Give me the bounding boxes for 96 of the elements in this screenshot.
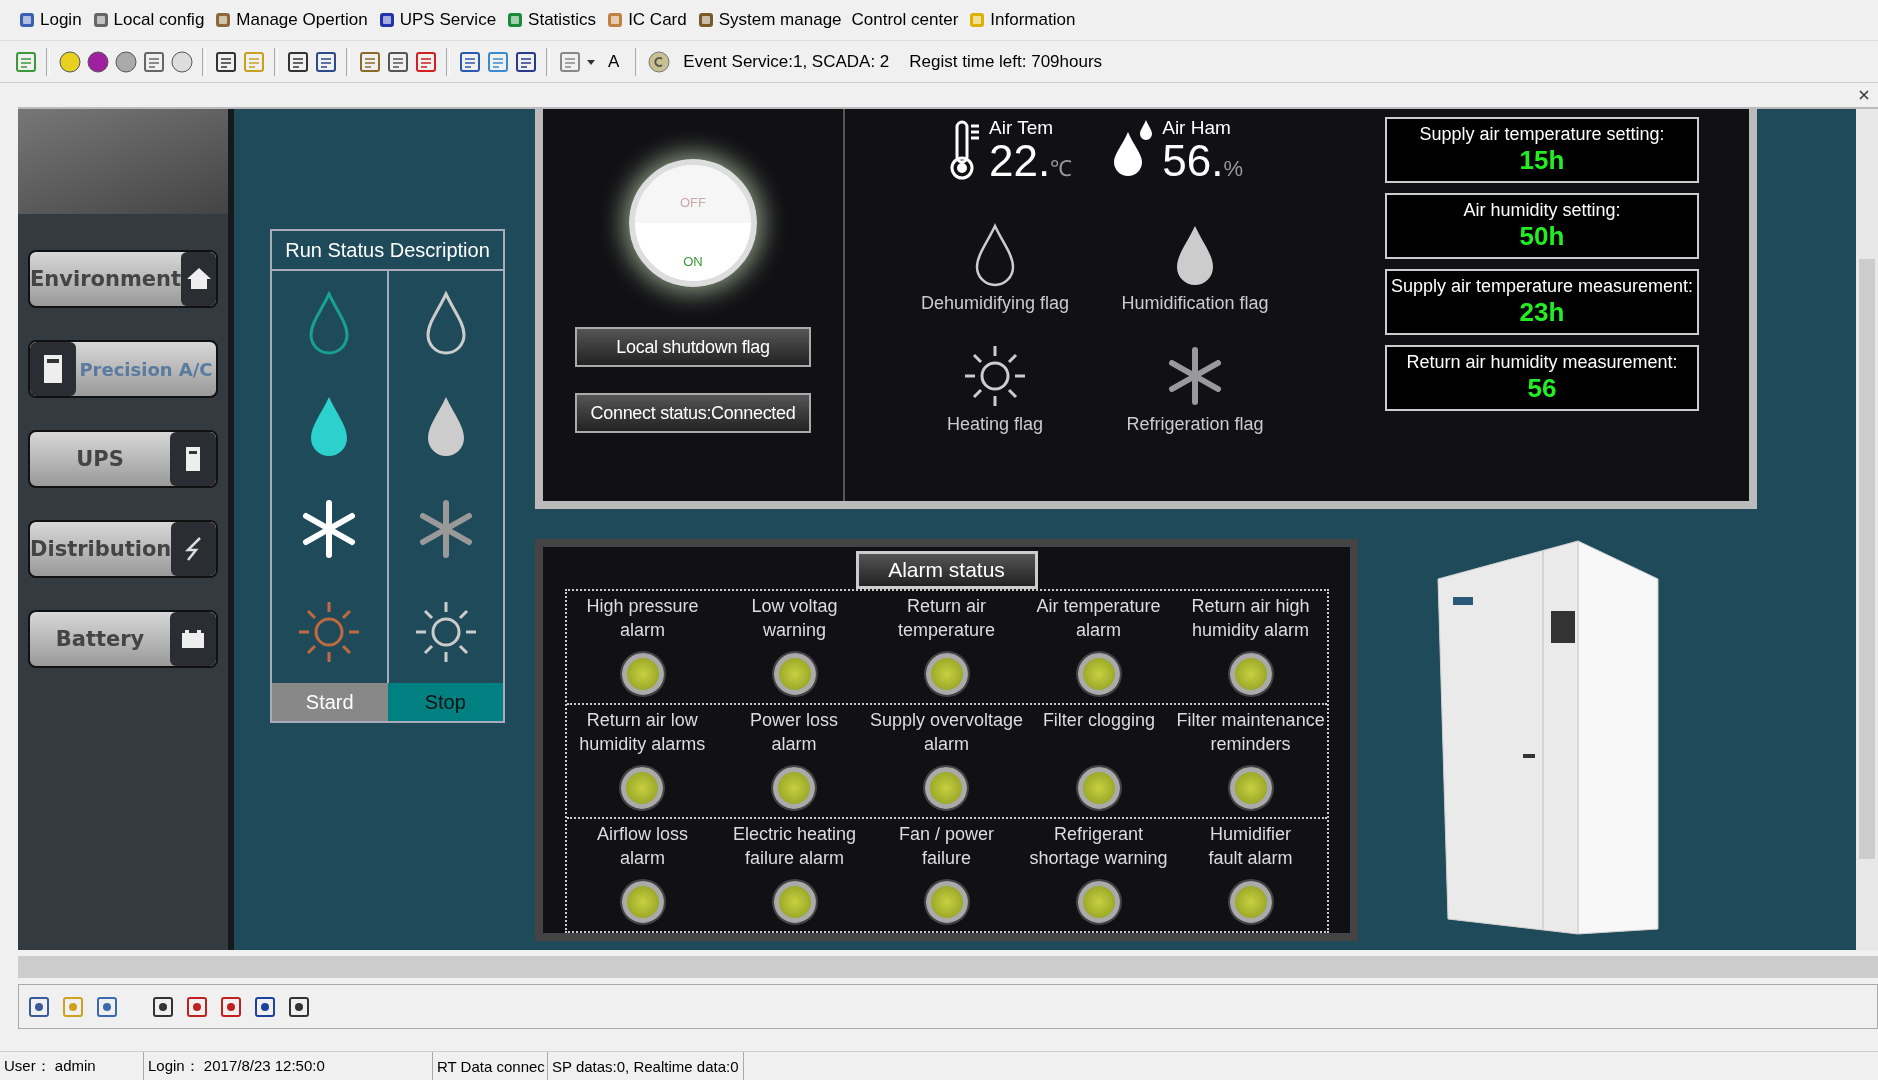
status-button[interactable]: Local shutdown flag <box>575 327 811 368</box>
setting-value: 23h <box>1519 297 1565 329</box>
setting-value: 15h <box>1519 145 1565 177</box>
alarm-lamp <box>925 767 968 810</box>
status-cell: SP datas:0, Realtime data:0 <box>548 1052 744 1080</box>
alarm-lamp <box>773 653 816 696</box>
nav-button[interactable]: UPS <box>28 430 218 489</box>
reading-label: Air Ham <box>1162 117 1232 140</box>
status-cell: RT Data connec <box>433 1052 548 1080</box>
status-cell: User： admin <box>0 1052 144 1080</box>
alarm-label: High pressure alarm <box>586 595 699 642</box>
menu-item[interactable]: Statistics <box>506 9 597 30</box>
alarm-lamp <box>1077 881 1120 924</box>
power-switch[interactable]: OFF ON <box>629 159 757 288</box>
flag-label: Refrigeration flag <box>1126 414 1264 436</box>
alarm-label: Return air low humidity alarms <box>579 709 706 756</box>
font-button[interactable]: A <box>608 51 620 72</box>
alarm-lamp <box>621 881 664 924</box>
alarm-label: Fan / power failure <box>898 823 994 870</box>
alarm-lamp <box>773 767 816 810</box>
reading-value: 56. <box>1162 139 1224 184</box>
setting-label: Supply air temperature setting: <box>1419 124 1665 146</box>
alarm-lamp <box>621 767 664 810</box>
menu-icon <box>506 10 525 29</box>
flag-label: Humidification flag <box>1121 293 1269 315</box>
alarm-lamp <box>773 881 816 924</box>
alarm-lamp <box>621 653 664 696</box>
menu-item[interactable]: Information <box>968 9 1076 30</box>
alarm-label: Power loss alarm <box>750 709 839 756</box>
alarm-label: Airflow loss alarm <box>597 823 688 870</box>
alarm-lamp <box>1229 653 1272 696</box>
menu-item[interactable]: UPS Service <box>377 9 497 30</box>
sun-icon <box>297 599 362 664</box>
nav-button[interactable]: Distribution <box>28 520 218 579</box>
menu-icon <box>377 10 396 29</box>
legend-label: Stop <box>387 683 503 722</box>
event-service-text: Event Service:1, SCADA: 2 <box>683 51 890 72</box>
menu-item[interactable]: Manage Opertion <box>214 9 368 30</box>
alarm-lamp <box>925 653 968 696</box>
setting-label: Return air humidity measurement: <box>1406 352 1678 374</box>
status-button[interactable]: Connect status:Connected <box>575 393 811 434</box>
setting-label: Air humidity setting: <box>1463 200 1621 222</box>
regist-time-text: Regist time left: 709hours <box>909 51 1103 72</box>
setting-value: 50h <box>1519 221 1565 253</box>
reading-unit: % <box>1223 156 1243 183</box>
alarm-lamp <box>1077 653 1120 696</box>
vertical-scrollbar[interactable] <box>1856 109 1878 950</box>
alarm-lamp <box>925 881 968 924</box>
alarm-label: Air temperature alarm <box>1036 595 1161 642</box>
alarm-label: Low voltag warning <box>751 595 838 642</box>
alarm-status-title: Alarm status <box>855 551 1038 590</box>
sun-icon <box>413 599 478 664</box>
nav-button[interactable]: Environment <box>28 250 218 309</box>
menu-item[interactable]: System manage <box>696 9 842 30</box>
round-button-icon[interactable] <box>114 49 138 74</box>
menu-icon <box>696 10 715 29</box>
menu-icon <box>18 10 36 29</box>
alarm-label: Filter maintenance reminders <box>1176 709 1325 756</box>
legend-label: Stard <box>272 683 388 722</box>
reading-label: Air Tem <box>989 117 1055 140</box>
copyright-icon <box>647 49 672 74</box>
flag-label: Dehumidifying flag <box>920 293 1070 315</box>
alarm-lamp <box>1077 767 1120 810</box>
menu-item[interactable]: Local config <box>91 9 205 30</box>
alarm-lamp <box>1229 767 1272 810</box>
menu-item[interactable]: IC Card <box>606 9 687 30</box>
round-button-icon[interactable] <box>86 49 110 74</box>
alarm-lamp <box>1229 881 1272 924</box>
sun-icon <box>963 344 1027 409</box>
menu-item[interactable]: Control center <box>851 9 959 30</box>
menu-icon <box>91 10 110 29</box>
status-cell: Login： 2017/8/23 12:50:0 <box>144 1052 433 1080</box>
menu-item[interactable]: Login <box>18 9 82 30</box>
close-icon[interactable] <box>1858 89 1870 102</box>
drop-outline-icon <box>973 223 1017 288</box>
alarm-label: Return air high humidity alarm <box>1191 595 1310 642</box>
cabinet-icon <box>43 354 63 385</box>
round-button-icon[interactable] <box>170 49 194 74</box>
menu-icon <box>606 10 625 29</box>
alarm-label: Humidifier fault alarm <box>1208 823 1293 870</box>
nav-button[interactable]: Battery <box>28 610 218 669</box>
alarm-label: Refrigerant shortage warning <box>1029 823 1168 870</box>
alarm-label: Electric heating failure alarm <box>732 823 857 870</box>
alarm-label: Return air temperature <box>897 595 996 642</box>
menu-icon <box>968 10 987 29</box>
run-status-title: Run Status Description <box>272 231 503 272</box>
reading-value: 22. <box>989 139 1051 184</box>
flag-label: Heating flag <box>946 414 1044 436</box>
alarm-label: Filter clogging <box>1042 709 1155 733</box>
horizontal-scrollbar[interactable] <box>18 955 1878 978</box>
menu-icon <box>214 10 233 29</box>
alarm-label: Supply overvoltage alarm <box>869 709 1024 756</box>
setting-value: 56 <box>1527 373 1557 405</box>
round-button-icon[interactable] <box>58 49 82 74</box>
setting-label: Supply air temperature measurement: <box>1390 276 1694 298</box>
reading-unit: ℃ <box>1050 155 1073 183</box>
